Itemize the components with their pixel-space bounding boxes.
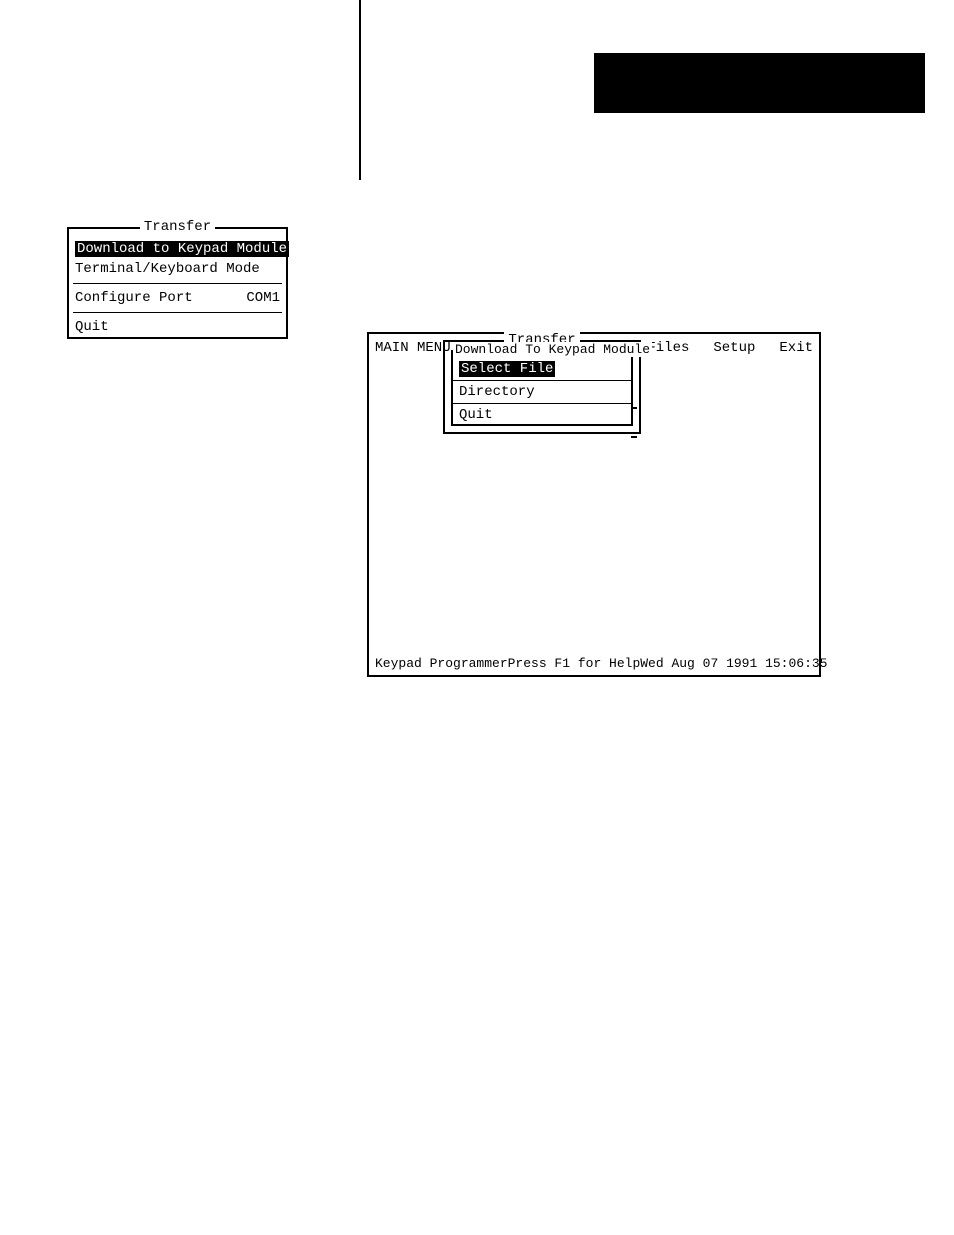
status-datetime: Wed Aug 07 1991 15:06:35 bbox=[640, 656, 827, 671]
transfer-configure-port-item[interactable]: Configure Port COM1 bbox=[69, 288, 286, 308]
menu-setup[interactable]: Setup bbox=[713, 340, 755, 356]
inner-download-frame: Download To Keypad Module Select File Di… bbox=[451, 350, 633, 426]
status-help-hint: Press F1 for Help bbox=[508, 656, 641, 671]
menu-files[interactable]: Files bbox=[647, 340, 689, 356]
separator bbox=[453, 403, 631, 404]
inner-download-title: Download To Keypad Module bbox=[453, 342, 631, 357]
tick bbox=[631, 407, 637, 409]
transfer-quit-item[interactable]: Quit bbox=[69, 317, 286, 337]
download-directory-item[interactable]: Directory bbox=[453, 383, 631, 401]
vertical-rule bbox=[359, 0, 361, 180]
configure-port-value: COM1 bbox=[246, 290, 280, 306]
status-app-name: Keypad Programmer bbox=[375, 656, 508, 671]
transfer-menu-title: Transfer bbox=[69, 219, 286, 235]
main-window: MAIN MENU: Files Setup Exit Transfer Dow… bbox=[367, 332, 821, 677]
tick bbox=[631, 436, 637, 438]
transfer-download-item[interactable]: Download to Keypad Module bbox=[69, 239, 295, 259]
separator bbox=[73, 312, 282, 313]
inner-transfer-frame: Transfer Download To Keypad Module Selec… bbox=[443, 340, 641, 434]
configure-port-label: Configure Port bbox=[75, 290, 193, 306]
separator bbox=[73, 283, 282, 284]
menu-exit[interactable]: Exit bbox=[779, 340, 813, 356]
transfer-menu-frame: Transfer Download to Keypad Module Termi… bbox=[67, 227, 288, 339]
separator bbox=[453, 380, 631, 381]
download-select-file-item[interactable]: Select File bbox=[453, 360, 631, 378]
header-black-box bbox=[594, 53, 925, 113]
status-bar: Keypad Programmer Press F1 for Help Wed … bbox=[375, 656, 813, 671]
download-quit-item[interactable]: Quit bbox=[453, 406, 631, 424]
transfer-terminal-item[interactable]: Terminal/Keyboard Mode bbox=[69, 259, 286, 279]
